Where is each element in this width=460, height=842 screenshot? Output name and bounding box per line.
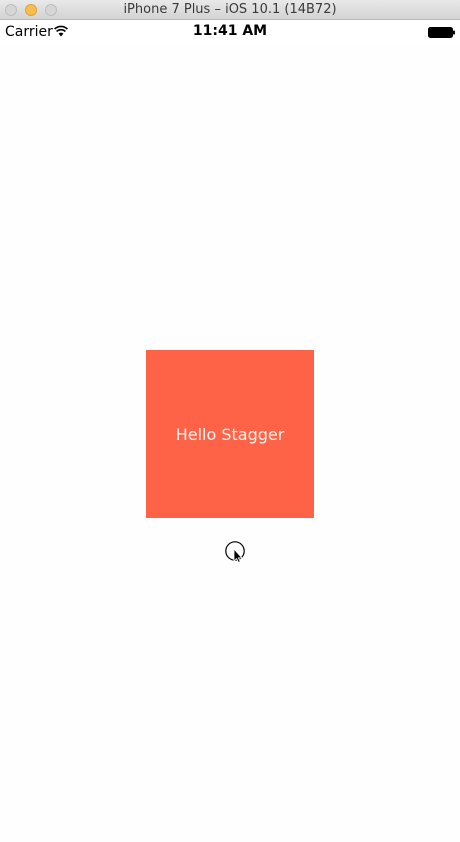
pointer-cursor-icon (225, 541, 245, 563)
window-title: iPhone 7 Plus – iOS 10.1 (14B72) (123, 2, 337, 17)
ios-status-bar: Carrier 11:41 AM (0, 21, 460, 43)
stagger-box[interactable]: Hello Stagger (146, 350, 314, 518)
status-time: 11:41 AM (192, 23, 268, 39)
simulator-titlebar: iPhone 7 Plus – iOS 10.1 (14B72) (0, 0, 460, 20)
battery-icon (428, 27, 455, 38)
stagger-box-label: Hello Stagger (175, 424, 285, 444)
